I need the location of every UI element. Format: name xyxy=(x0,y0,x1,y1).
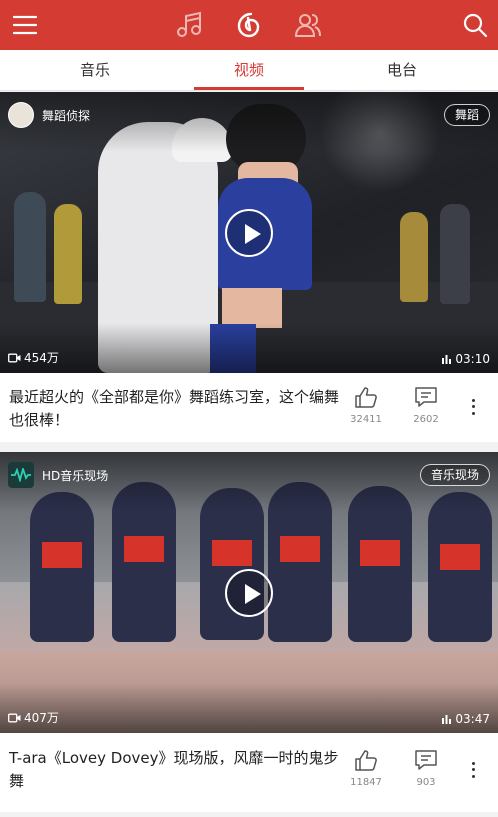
video-title[interactable]: T-ara《Lovey Dovey》现场版，风靡一时的鬼步舞 xyxy=(9,747,339,793)
tab-music[interactable]: 音乐 xyxy=(40,50,150,91)
video-info: 最近超火的《全部都是你》舞蹈练习室，这个编舞也很棒！ 32411 2602 xyxy=(0,373,498,442)
background-dancer xyxy=(54,204,82,304)
video-camera-icon xyxy=(8,713,21,722)
view-count: 407万 xyxy=(8,709,59,726)
view-count-text: 454万 xyxy=(24,351,59,365)
duration-bars-icon xyxy=(442,355,452,364)
waveform-icon xyxy=(11,468,31,482)
like-count: 11847 xyxy=(350,777,382,788)
thumb-gradient-bottom xyxy=(0,683,498,733)
like-count: 32411 xyxy=(350,414,382,425)
red-scarf xyxy=(280,536,320,562)
dancer-waist xyxy=(222,288,282,328)
video-duration: 03:10 xyxy=(442,352,490,366)
video-card[interactable]: 舞蹈侦探 舞蹈 454万 03:10 最近超火的《全部都是你》舞蹈练习室，这个编… xyxy=(0,92,498,442)
duration-bars-icon xyxy=(442,715,452,724)
comment-icon xyxy=(415,387,437,407)
netease-cloud-icon[interactable] xyxy=(233,9,265,41)
red-scarf xyxy=(212,540,252,566)
thumbs-up-icon xyxy=(355,387,377,408)
background-dancer xyxy=(440,204,470,304)
category-tag[interactable]: 舞蹈 xyxy=(443,104,490,126)
video-camera-icon xyxy=(8,353,21,362)
like-button[interactable]: 32411 xyxy=(344,386,388,425)
uploader-name[interactable]: 舞蹈侦探 xyxy=(42,107,90,124)
comment-button[interactable]: 2602 xyxy=(404,386,448,425)
red-scarf xyxy=(360,540,400,566)
view-count: 454万 xyxy=(8,349,59,366)
thumb-gradient-bottom xyxy=(0,323,498,373)
video-duration: 03:47 xyxy=(442,712,490,726)
uploader-avatar[interactable] xyxy=(8,102,34,128)
comment-count: 2602 xyxy=(413,414,439,425)
tab-video[interactable]: 视频 xyxy=(194,50,304,91)
thumbs-up-icon xyxy=(355,750,377,771)
comment-button[interactable]: 903 xyxy=(404,749,448,788)
duration-text: 03:10 xyxy=(455,352,490,366)
video-info: T-ara《Lovey Dovey》现场版，风靡一时的鬼步舞 11847 903 xyxy=(0,733,498,812)
comment-count: 903 xyxy=(416,777,436,788)
background-dancer xyxy=(400,212,428,302)
uploader-link[interactable]: 舞蹈侦探 xyxy=(8,102,90,128)
uploader-link[interactable]: HD音乐现场 xyxy=(8,462,108,488)
video-title[interactable]: 最近超火的《全部都是你》舞蹈练习室，这个编舞也很棒！ xyxy=(9,386,339,432)
view-count-text: 407万 xyxy=(24,711,59,725)
top-bar xyxy=(0,0,498,50)
video-thumbnail[interactable]: HD音乐现场 音乐现场 407万 03:47 xyxy=(0,452,498,733)
tab-radio[interactable]: 电台 xyxy=(347,50,457,91)
app: 音乐 视频 电台 舞蹈侦探 舞蹈 454万 03:10 最近超火的《全部都是你》… xyxy=(0,0,498,817)
like-button[interactable]: 11847 xyxy=(344,749,388,788)
active-tab-indicator xyxy=(194,87,304,90)
red-scarf xyxy=(124,536,164,562)
uploader-name[interactable]: HD音乐现场 xyxy=(42,467,108,484)
more-options-icon[interactable] xyxy=(466,397,480,417)
background-dancer xyxy=(14,192,46,302)
duration-text: 03:47 xyxy=(455,712,490,726)
play-button[interactable] xyxy=(225,569,273,617)
comment-icon xyxy=(415,750,437,770)
more-options-icon[interactable] xyxy=(466,760,480,780)
music-note-icon[interactable] xyxy=(173,9,205,41)
search-icon[interactable] xyxy=(459,9,491,41)
friends-icon[interactable] xyxy=(292,9,324,41)
menu-icon[interactable] xyxy=(9,9,41,41)
tab-bar: 音乐 视频 电台 xyxy=(0,50,498,91)
category-tag[interactable]: 音乐现场 xyxy=(419,464,490,486)
video-thumbnail[interactable]: 舞蹈侦探 舞蹈 454万 03:10 xyxy=(0,92,498,373)
red-scarf xyxy=(42,542,82,568)
play-button[interactable] xyxy=(225,209,273,257)
video-card[interactable]: HD音乐现场 音乐现场 407万 03:47 T-ara《Lovey Dovey… xyxy=(0,452,498,812)
uploader-avatar[interactable] xyxy=(8,462,34,488)
red-scarf xyxy=(440,544,480,570)
